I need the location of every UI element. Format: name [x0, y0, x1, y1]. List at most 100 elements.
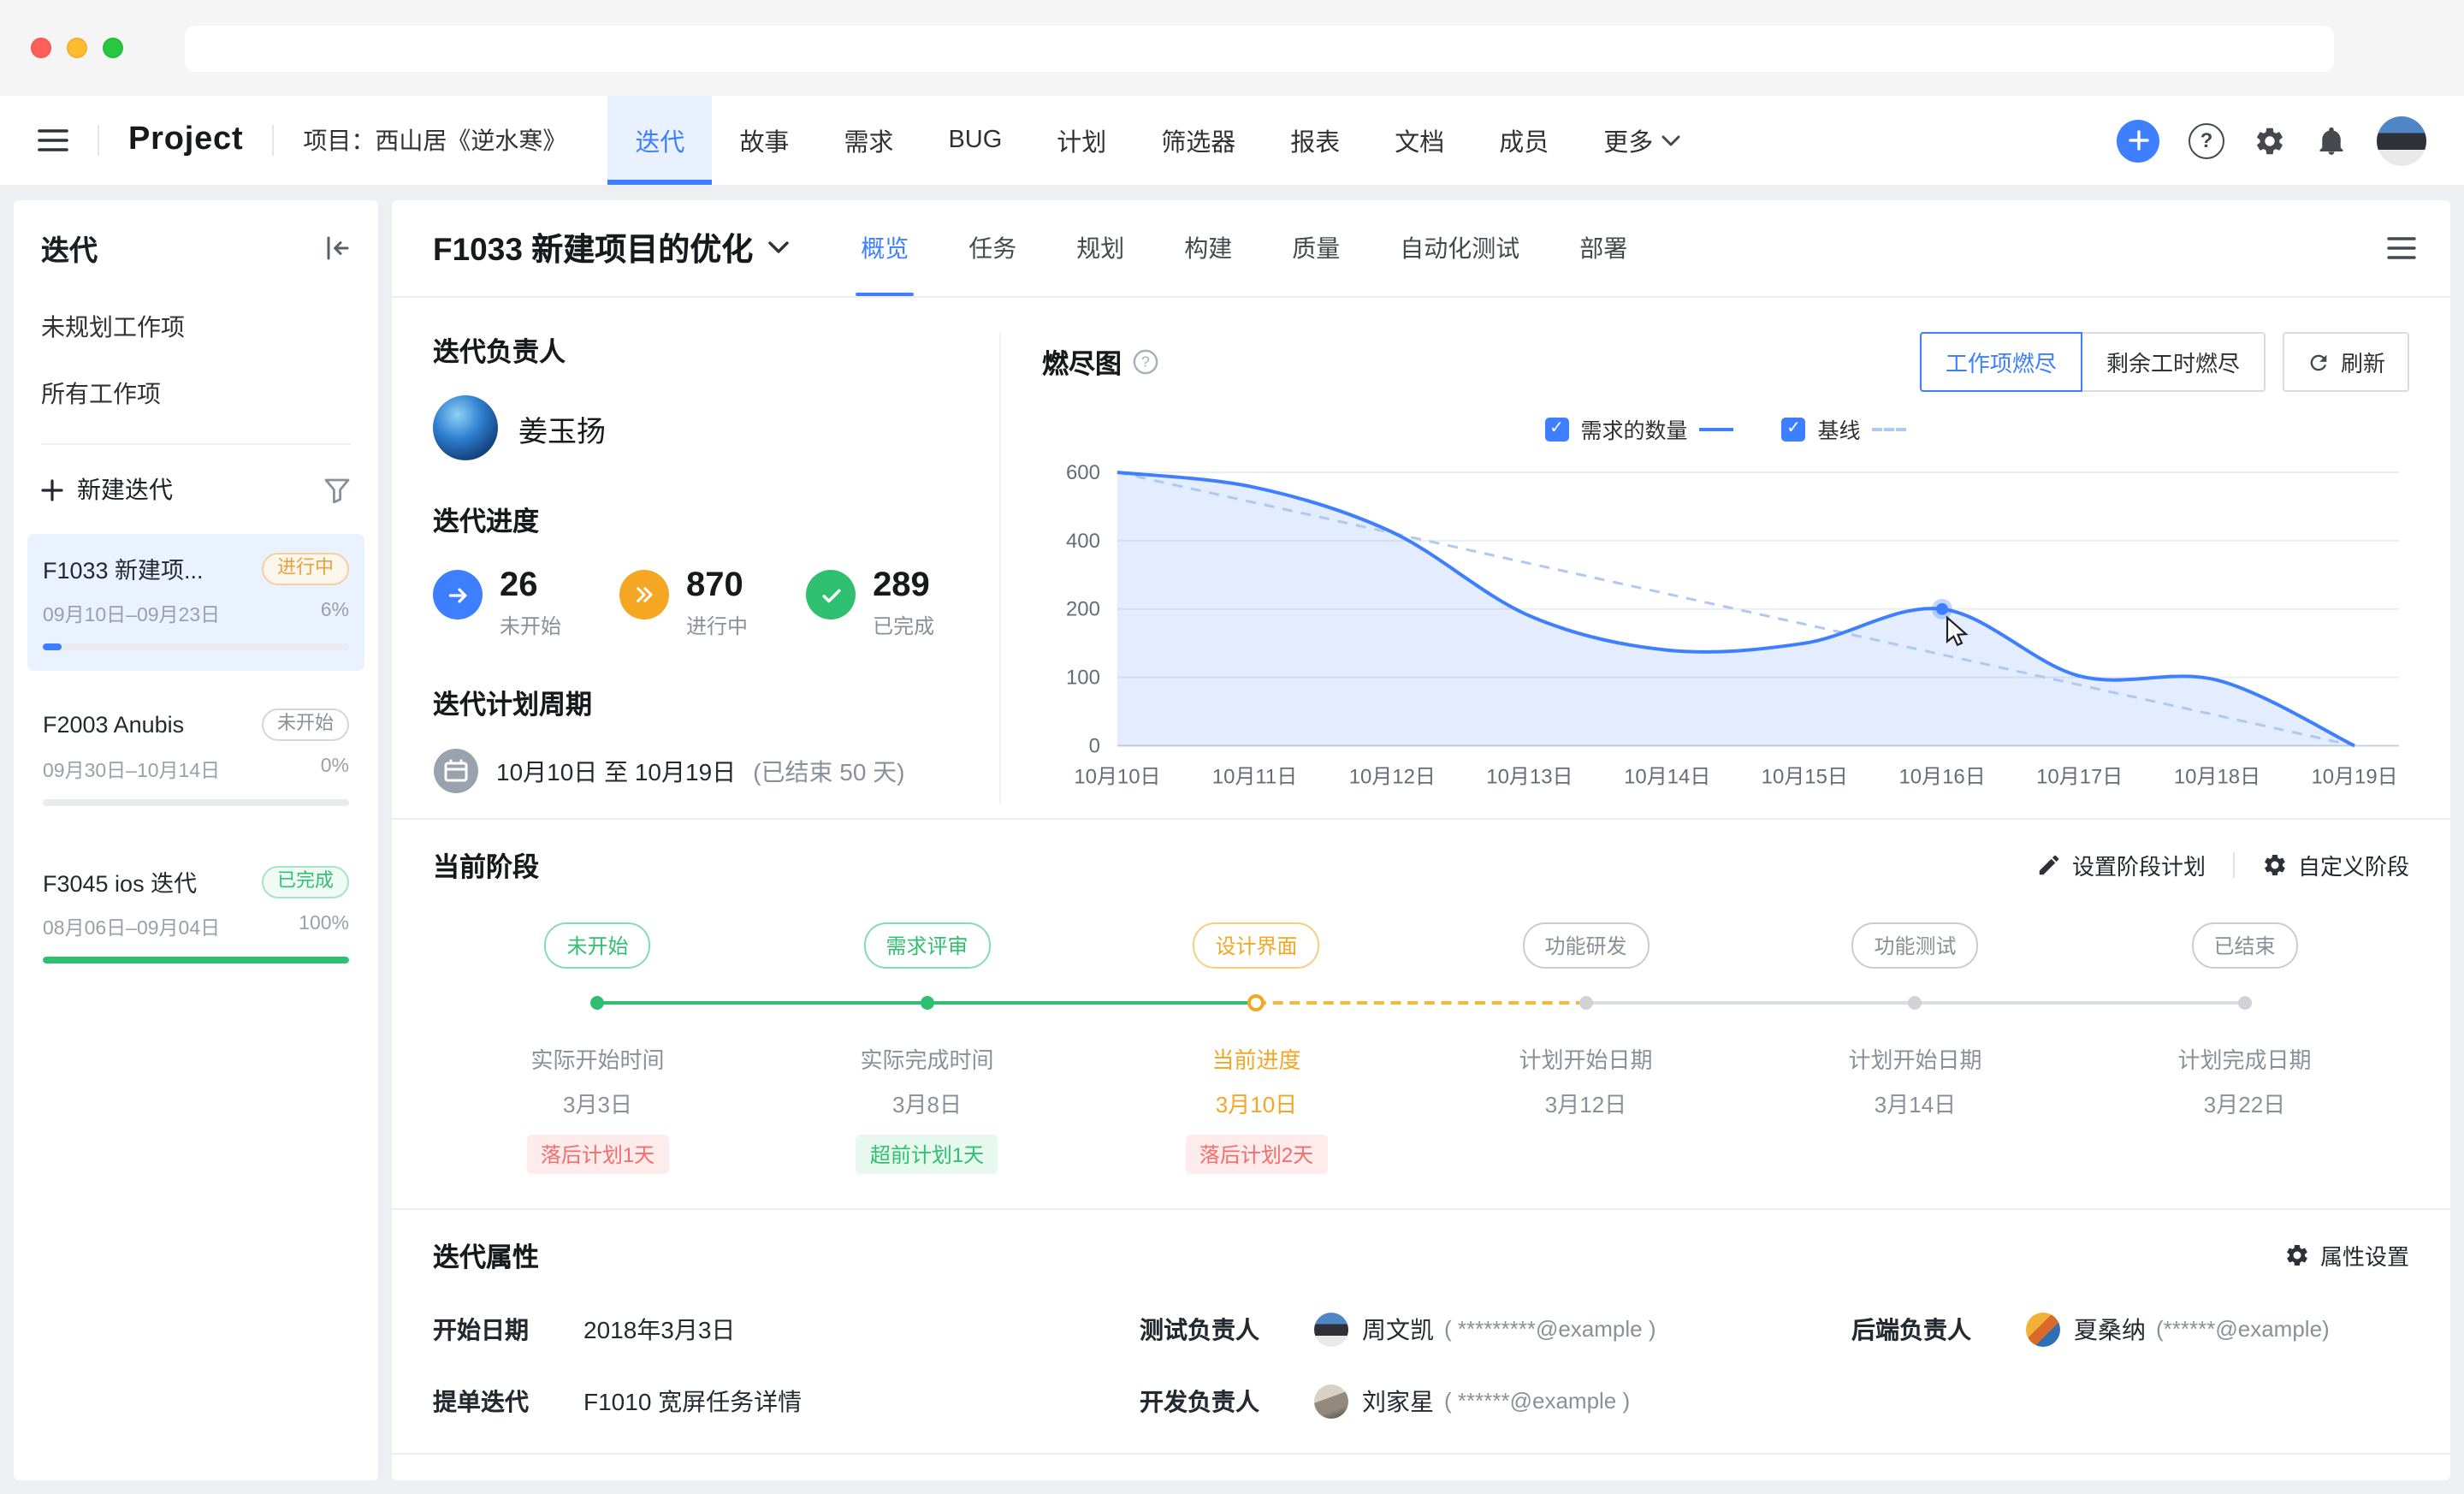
settings-button[interactable] — [2254, 124, 2286, 157]
burndown-chart[interactable]: 600400200100010月10日10月11日10月12日10月13日10月… — [1042, 452, 2409, 803]
phase-pill[interactable]: 需求评审 — [863, 922, 990, 968]
stat-value: 289 — [873, 566, 934, 606]
svg-text:10月12日: 10月12日 — [1349, 765, 1436, 788]
collapse-panel-icon — [325, 236, 351, 260]
iteration-list-item[interactable]: F2003 Anubis 未开始 09月30日–10月14日 0% — [27, 691, 364, 827]
iteration-detail-panel: F1033 新建项目的优化 概览 任务 规划 构建 质量 自动化测试 部署 — [392, 200, 2450, 1480]
phase-dot — [921, 995, 934, 1009]
new-iteration-button[interactable]: 新建迭代 — [41, 472, 173, 507]
user-avatar[interactable] — [2377, 116, 2426, 165]
minimize-window-button[interactable] — [67, 38, 87, 58]
phase-section: 当前阶段 设置阶段计划 自定义阶段 — [392, 817, 2450, 1207]
legend-item-baseline[interactable]: 基线 — [1782, 412, 1907, 445]
phase-status-badge: 落后计划1天 — [527, 1134, 668, 1173]
collapse-sidebar-button[interactable] — [325, 236, 351, 260]
gear-icon — [2262, 852, 2288, 878]
attribute-settings-button[interactable]: 属性设置 — [2284, 1239, 2409, 1272]
member-avatar[interactable] — [1314, 1312, 1348, 1346]
phase-detail: 实际开始时间 3月3日 落后计划1天 — [433, 1021, 762, 1173]
nav-more-label: 更多 — [1603, 122, 1653, 158]
filter-button[interactable] — [323, 477, 351, 502]
member-name[interactable]: 夏桑纳 — [2074, 1312, 2146, 1346]
notifications-button[interactable] — [2315, 124, 2348, 157]
create-button[interactable] — [2117, 119, 2159, 162]
owner-avatar[interactable] — [433, 395, 498, 460]
status-badge: 未开始 — [262, 708, 349, 741]
iteration-title[interactable]: F1033 新建项目的优化 — [433, 226, 789, 270]
sidebar-divider — [41, 443, 351, 445]
tab-build[interactable]: 构建 — [1184, 200, 1232, 296]
toggle-workitem-burndown[interactable]: 工作项燃尽 — [1920, 332, 2082, 392]
customize-phase-button[interactable]: 自定义阶段 — [2262, 849, 2409, 881]
nav-item-bug[interactable]: BUG — [921, 96, 1029, 185]
nav-item-requirement[interactable]: 需求 — [816, 96, 921, 185]
main-nav: 迭代 故事 需求 BUG 计划 筛选器 报表 文档 成员 更多 — [607, 96, 1708, 185]
checkbox-checked-icon[interactable] — [1782, 417, 1806, 441]
toggle-hours-burndown[interactable]: 剩余工时燃尽 — [2081, 332, 2266, 392]
iteration-list-item[interactable]: F3045 ios 迭代 已完成 08月06日–09月04日 100% — [27, 847, 364, 984]
list-view-button[interactable] — [2387, 236, 2416, 260]
calendar-icon — [433, 748, 479, 794]
svg-text:?: ? — [1140, 353, 1149, 371]
nav-item-story[interactable]: 故事 — [712, 96, 816, 185]
phase-status-badge: 落后计划2天 — [1186, 1134, 1327, 1173]
menu-button[interactable] — [38, 128, 68, 152]
nav-item-report[interactable]: 报表 — [1263, 96, 1367, 185]
attributes-grid: 开始日期 2018年3月3日 测试负责人 周文凯 ( *********@exa… — [433, 1312, 2409, 1418]
maximize-window-button[interactable] — [103, 38, 123, 58]
member-avatar[interactable] — [1314, 1384, 1348, 1418]
phase-detail: 计划开始日期 3月14日 — [1750, 1021, 2080, 1173]
sidebar-item-unplanned[interactable]: 未规划工作项 — [41, 310, 351, 344]
attribute-settings-label: 属性设置 — [2320, 1239, 2409, 1272]
tab-deploy[interactable]: 部署 — [1579, 200, 1627, 296]
attr-label: 后端负责人 — [1851, 1312, 1971, 1346]
burndown-title: 燃尽图 — [1042, 343, 1122, 381]
close-window-button[interactable] — [31, 38, 51, 58]
phase-pill[interactable]: 设计界面 — [1193, 922, 1319, 968]
phase-pill[interactable]: 未开始 — [544, 922, 650, 968]
dashed-line-sample — [1873, 427, 1907, 430]
phase-dot — [1578, 995, 1592, 1009]
set-phase-plan-button[interactable]: 设置阶段计划 — [2036, 849, 2206, 881]
phase-pill[interactable]: 已结束 — [2191, 922, 2297, 968]
legend-item-demand[interactable]: 需求的数量 — [1544, 412, 1733, 445]
browser-address-bar[interactable] — [185, 25, 2334, 71]
project-selector[interactable]: 项目：西山居《逆水寒》 — [303, 123, 566, 157]
tab-overview[interactable]: 概览 — [861, 200, 909, 296]
iteration-percent: 6% — [321, 601, 349, 628]
progress-bar-fill — [43, 643, 61, 650]
nav-item-document[interactable]: 文档 — [1367, 96, 1472, 185]
iteration-list-item[interactable]: F1033 新建项... 进行中 09月10日–09月23日 6% — [27, 534, 364, 671]
tab-planning[interactable]: 规划 — [1076, 200, 1124, 296]
nav-item-filter[interactable]: 筛选器 — [1134, 96, 1263, 185]
nav-item-plan[interactable]: 计划 — [1029, 96, 1134, 185]
member-name[interactable]: 刘家星 — [1362, 1384, 1434, 1418]
help-button[interactable]: ? — [2189, 122, 2224, 158]
iteration-summary-column: 迭代负责人 姜玉扬 迭代进度 26 未开始 — [433, 332, 1001, 803]
refresh-button[interactable]: 刷新 — [2283, 332, 2409, 392]
attr-value[interactable]: F1010 宽屏任务详情 — [583, 1384, 802, 1418]
gear-icon — [2254, 124, 2286, 157]
app-logo[interactable]: Project — [128, 122, 243, 159]
progress-bar — [43, 799, 349, 806]
tab-quality[interactable]: 质量 — [1292, 200, 1340, 296]
iteration-dates: 08月06日–09月04日 — [43, 914, 220, 941]
tab-tasks[interactable]: 任务 — [968, 200, 1016, 296]
sidebar-item-all[interactable]: 所有工作项 — [41, 376, 351, 411]
nav-item-more[interactable]: 更多 — [1576, 96, 1708, 185]
phase-dot — [590, 995, 604, 1009]
attr-label: 开发负责人 — [1140, 1384, 1259, 1418]
help-circle-icon[interactable]: ? — [1132, 349, 1158, 375]
phase-pill[interactable]: 功能研发 — [1522, 922, 1649, 968]
member-email: ( *********@example ) — [1444, 1316, 1656, 1342]
tab-automation[interactable]: 自动化测试 — [1400, 200, 1519, 296]
phase-pill[interactable]: 功能测试 — [1851, 922, 1978, 968]
member-avatar[interactable] — [2026, 1312, 2060, 1346]
svg-text:10月16日: 10月16日 — [1898, 765, 1985, 788]
app-header: Project 项目：西山居《逆水寒》 迭代 故事 需求 BUG 计划 筛选器 … — [0, 96, 2464, 187]
member-name[interactable]: 周文凯 — [1362, 1312, 1434, 1346]
nav-item-iteration[interactable]: 迭代 — [607, 96, 712, 185]
nav-item-member[interactable]: 成员 — [1472, 96, 1576, 185]
checkbox-checked-icon[interactable] — [1544, 417, 1568, 441]
pencil-icon — [2036, 852, 2062, 878]
